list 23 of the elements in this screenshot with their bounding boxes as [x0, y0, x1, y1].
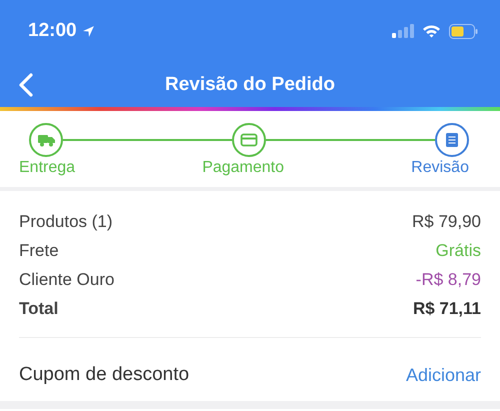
summary-label: Frete: [19, 240, 59, 260]
summary-label: Total: [19, 298, 58, 318]
step-button[interactable]: [232, 123, 266, 157]
battery-icon: [449, 24, 478, 38]
signal-icon: [392, 24, 414, 38]
summary-label: Produtos (1): [19, 212, 113, 232]
step-label: Entrega: [19, 159, 76, 177]
status-time: 12:00: [28, 20, 77, 42]
summary-value: -R$ 8,79: [416, 270, 481, 290]
coupon-label: Cupom de desconto: [19, 364, 190, 386]
step-button[interactable]: [29, 123, 63, 157]
location-arrow-icon: [82, 24, 95, 38]
summary-value: R$ 71,11: [412, 298, 481, 318]
screen-title: Revisão do Pedido: [165, 74, 335, 96]
summary-value: Grátis: [436, 240, 481, 260]
add-coupon-link[interactable]: Adicionar: [406, 364, 481, 386]
wifi-icon: [422, 24, 441, 38]
back-button[interactable]: [18, 72, 34, 98]
step-button[interactable]: [435, 123, 469, 157]
summary-value: R$ 79,90: [412, 212, 481, 232]
summary-label: Cliente Ouro: [19, 270, 114, 290]
step-label: Revisão: [411, 159, 469, 177]
step-label: Pagamento: [202, 159, 284, 177]
